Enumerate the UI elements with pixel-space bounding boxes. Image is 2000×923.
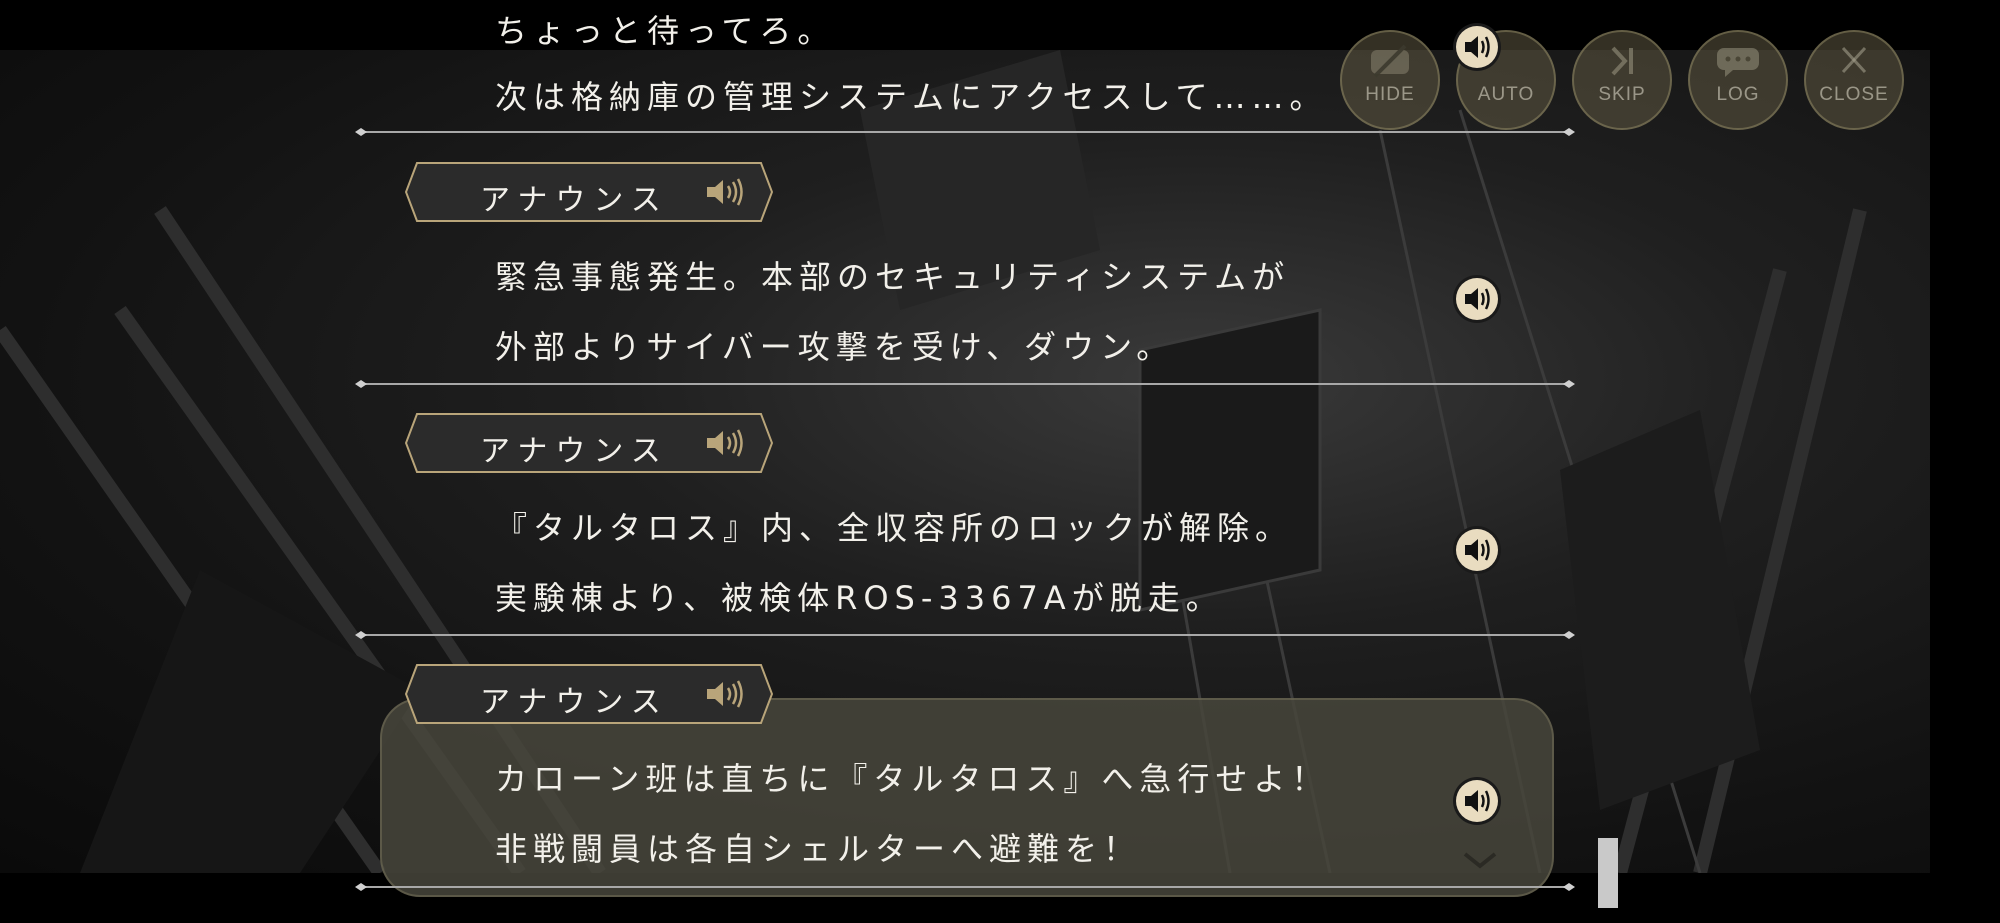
replay-voice-button[interactable] — [1452, 22, 1502, 72]
log-button[interactable]: LOG — [1688, 30, 1788, 130]
replay-voice-button[interactable] — [1452, 274, 1502, 324]
hide-label: HIDE — [1365, 84, 1415, 105]
speaker-icon — [705, 427, 745, 459]
log-label: LOG — [1716, 84, 1760, 105]
chevron-down-icon — [1462, 850, 1498, 870]
speaker-name: アナウンス — [480, 685, 669, 720]
skip-label: SKIP — [1598, 84, 1646, 105]
dialogue-line: 非戦闘員は各自シェルターへ避難を！ — [495, 830, 1142, 868]
dialogue-line: ちょっと待ってろ。 — [495, 12, 836, 50]
scrollbar-thumb[interactable] — [1598, 838, 1618, 908]
eye-slash-icon — [1365, 44, 1415, 78]
dialogue-line: カローン班は直ちに『タルタロス』へ急行せよ！ — [495, 760, 1330, 798]
dialogue-line: 『タルタロス』内、全収容所のロックが解除。 — [495, 509, 1294, 547]
speaker-name-plate: アナウンス — [405, 162, 773, 222]
speaker-icon — [1453, 275, 1501, 323]
speaker-name: アナウンス — [480, 183, 669, 218]
game-screen: ちょっと待ってろ。 次は格納庫の管理システムにアクセスして……。 アナウンス 緊… — [0, 0, 2000, 923]
dialogue-line: 外部よりサイバー攻撃を受け、ダウン。 — [495, 328, 1175, 366]
speaker-icon — [1453, 526, 1501, 574]
dialogue-line: 緊急事態発生。本部のセキュリティシステムが — [495, 258, 1291, 296]
close-label: CLOSE — [1819, 84, 1889, 105]
close-icon — [1829, 44, 1879, 78]
speaker-icon — [1453, 23, 1501, 71]
entry-divider — [355, 630, 1575, 640]
speaker-icon — [1453, 777, 1501, 825]
entry-divider — [355, 882, 1575, 892]
speaker-name: アナウンス — [480, 434, 669, 469]
hide-button[interactable]: HIDE — [1340, 30, 1440, 130]
replay-voice-button[interactable] — [1452, 525, 1502, 575]
speaker-name-plate: アナウンス — [405, 413, 773, 473]
entry-divider — [355, 379, 1575, 389]
replay-voice-button[interactable] — [1452, 776, 1502, 826]
dialogue-line: 実験棟より、被検体ROS-3367Aが脱走。 — [495, 579, 1224, 617]
auto-label: AUTO — [1477, 84, 1535, 105]
game-toolbar: HIDE AUTO SKIP LOG CLOSE — [1340, 30, 1904, 130]
skip-forward-icon — [1597, 44, 1647, 78]
speaker-icon — [705, 678, 745, 710]
skip-button[interactable]: SKIP — [1572, 30, 1672, 130]
chat-bubble-icon — [1713, 44, 1763, 78]
speaker-name-plate: アナウンス — [405, 664, 773, 724]
dialogue-line: 次は格納庫の管理システムにアクセスして……。 — [495, 78, 1328, 116]
close-button[interactable]: CLOSE — [1804, 30, 1904, 130]
backlog-list: ちょっと待ってろ。 次は格納庫の管理システムにアクセスして……。 アナウンス 緊… — [0, 0, 2000, 923]
speaker-icon — [705, 176, 745, 208]
